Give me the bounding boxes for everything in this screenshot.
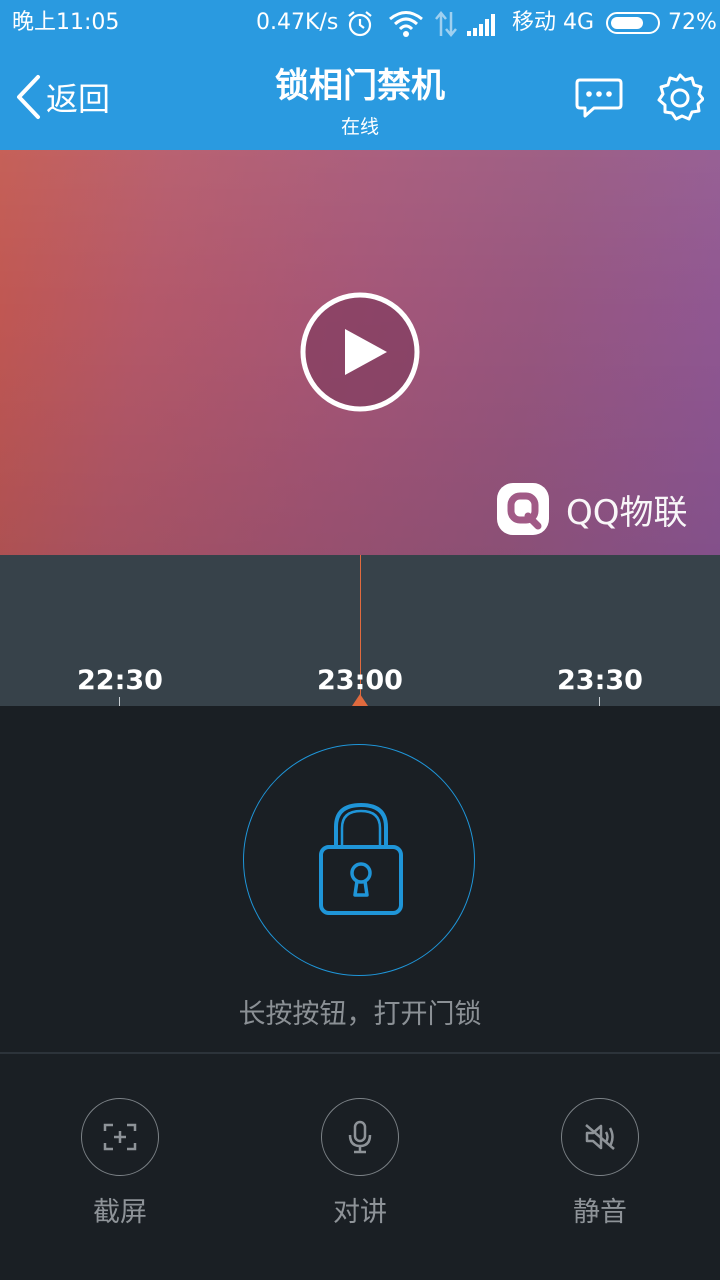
network-speed: 0.47K/s bbox=[256, 10, 339, 35]
playback-timeline[interactable]: 22:30 23:00 23:30 bbox=[0, 555, 720, 706]
status-bar: 晚上11:05 0.47K/s 移动 4G 72% bbox=[0, 0, 720, 46]
tool-label: 截屏 bbox=[93, 1197, 147, 1228]
timeline-marker-icon bbox=[352, 694, 368, 706]
brand-watermark: QQ物联 bbox=[496, 482, 688, 536]
tool-mute: 静音 bbox=[540, 1098, 660, 1229]
intercom-button[interactable] bbox=[321, 1098, 399, 1176]
alarm-icon bbox=[348, 11, 372, 37]
signal-icon bbox=[467, 14, 495, 36]
mute-icon bbox=[585, 1124, 615, 1150]
screenshot-icon bbox=[103, 1123, 137, 1151]
data-arrows-icon bbox=[435, 11, 457, 37]
video-preview[interactable]: QQ物联 bbox=[0, 150, 720, 555]
brand-label: QQ物联 bbox=[566, 492, 688, 533]
gear-icon[interactable] bbox=[656, 72, 704, 122]
timeline-tick-label: 23:00 bbox=[317, 665, 403, 696]
tool-screenshot: 截屏 bbox=[60, 1098, 180, 1229]
unlock-panel: 长按按钮，打开门锁 bbox=[0, 706, 720, 1053]
screenshot-button[interactable] bbox=[81, 1098, 159, 1176]
tool-label: 对讲 bbox=[333, 1197, 387, 1228]
battery-percent: 72% bbox=[668, 10, 717, 35]
play-icon[interactable] bbox=[300, 292, 420, 412]
divider bbox=[0, 1052, 720, 1054]
timeline-tick bbox=[599, 697, 600, 706]
qq-iot-logo-icon bbox=[497, 483, 549, 535]
padlock-icon bbox=[319, 802, 403, 915]
timeline-tick-label: 22:30 bbox=[77, 665, 163, 696]
timeline-tick-label: 23:30 bbox=[557, 665, 643, 696]
status-time: 晚上11:05 bbox=[12, 10, 120, 35]
battery-icon bbox=[606, 12, 660, 34]
carrier-label: 移动 4G bbox=[512, 10, 595, 35]
unlock-hint: 长按按钮，打开门锁 bbox=[238, 999, 482, 1030]
battery-fill bbox=[611, 17, 643, 29]
microphone-icon bbox=[348, 1120, 372, 1154]
header-bar: 返回 锁相门禁机 在线 bbox=[0, 46, 720, 150]
unlock-button[interactable] bbox=[243, 744, 475, 976]
tool-label: 静音 bbox=[573, 1197, 627, 1228]
wifi-icon bbox=[389, 11, 423, 37]
timeline-tick bbox=[119, 697, 120, 706]
mute-button[interactable] bbox=[561, 1098, 639, 1176]
message-icon[interactable] bbox=[574, 72, 624, 122]
tool-intercom: 对讲 bbox=[300, 1098, 420, 1229]
